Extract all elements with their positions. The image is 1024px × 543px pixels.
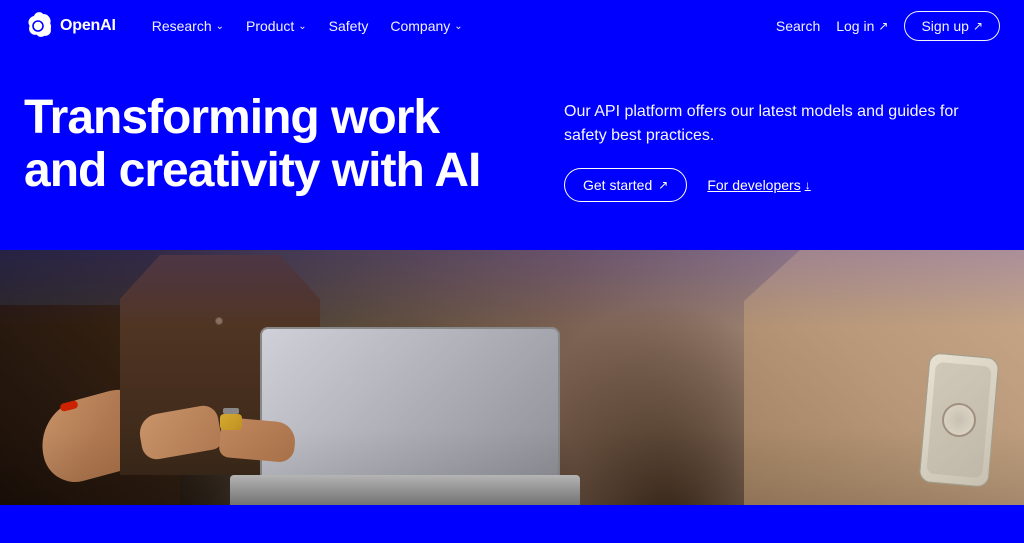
scene-background — [0, 250, 1024, 505]
hero-left: Transforming work and creativity with AI — [24, 92, 504, 198]
hero-right: Our API platform offers our latest model… — [564, 92, 1000, 202]
logo[interactable]: OpenAI — [24, 12, 116, 40]
signup-arrow-icon: ↗ — [973, 19, 983, 33]
hero-image — [0, 250, 1024, 505]
laptop-base — [230, 475, 580, 505]
hero-title: Transforming work and creativity with AI — [24, 92, 504, 198]
for-developers-button[interactable]: For developers ↓ — [707, 177, 810, 193]
hero-buttons: Get started ↗ For developers ↓ — [564, 168, 1000, 202]
navbar-right: Search Log in ↗ Sign up ↗ — [776, 11, 1000, 41]
get-started-arrow-icon: ↗ — [658, 178, 668, 192]
company-chevron-icon: ⌄ — [454, 21, 462, 32]
nav-company[interactable]: Company ⌄ — [382, 12, 470, 40]
laptop-area — [180, 305, 824, 505]
phone-screen — [926, 362, 992, 478]
search-button[interactable]: Search — [776, 18, 820, 34]
hero-section: Transforming work and creativity with AI… — [0, 52, 1024, 250]
watch — [220, 414, 242, 430]
signup-button[interactable]: Sign up ↗ — [904, 11, 1000, 41]
nav-research[interactable]: Research ⌄ — [144, 12, 232, 40]
nav-safety[interactable]: Safety — [321, 12, 377, 40]
brand-name: OpenAI — [60, 17, 116, 35]
hero-description: Our API platform offers our latest model… — [564, 100, 964, 148]
openai-logo-icon — [24, 12, 52, 40]
laptop-screen — [260, 327, 560, 477]
nav-product[interactable]: Product ⌄ — [238, 12, 315, 40]
research-chevron-icon: ⌄ — [216, 21, 224, 32]
product-chevron-icon: ⌄ — [298, 21, 306, 32]
login-arrow-icon: ↗ — [878, 19, 888, 33]
login-button[interactable]: Log in ↗ — [836, 18, 888, 34]
navbar: OpenAI Research ⌄ Product ⌄ Safety Compa… — [0, 0, 1024, 52]
vest-button-decoration — [215, 317, 223, 325]
nav-links: Research ⌄ Product ⌄ Safety Company ⌄ — [144, 12, 471, 40]
phone — [918, 352, 999, 488]
navbar-left: OpenAI Research ⌄ Product ⌄ Safety Compa… — [24, 12, 471, 40]
for-developers-arrow-icon: ↓ — [805, 178, 811, 192]
get-started-button[interactable]: Get started ↗ — [564, 168, 687, 202]
